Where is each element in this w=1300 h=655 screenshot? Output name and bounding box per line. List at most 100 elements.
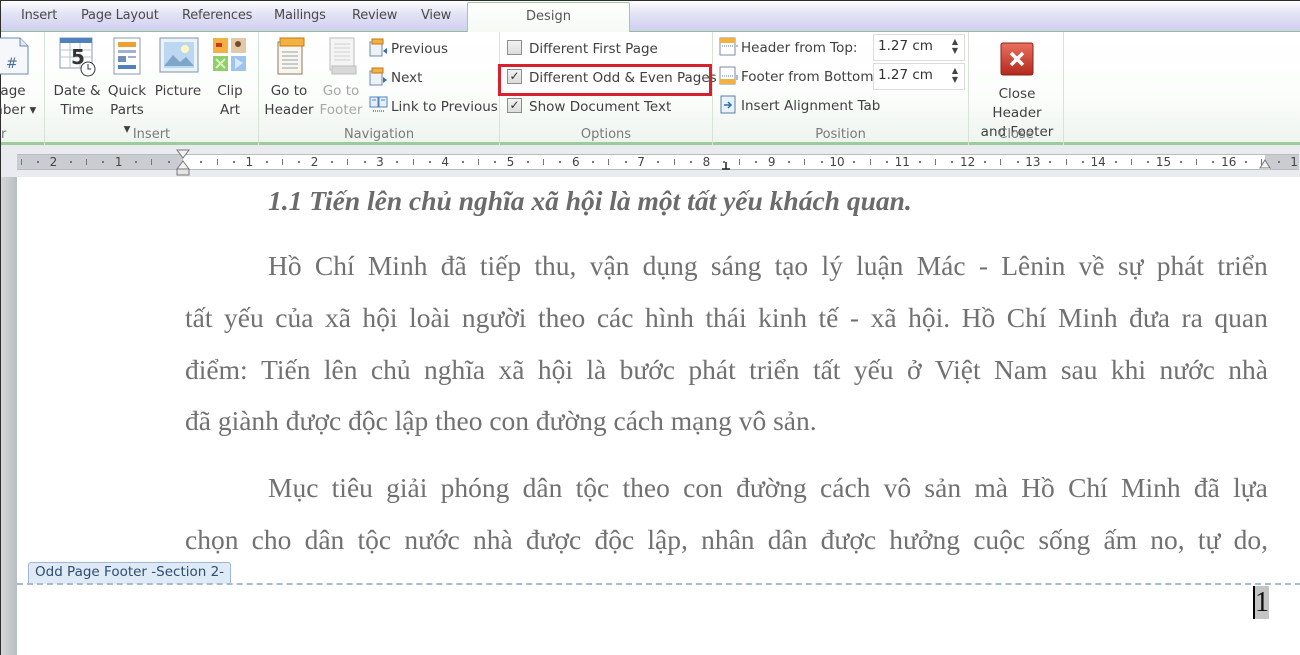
- word: hưởng: [889, 524, 960, 555]
- word: Mục: [268, 472, 319, 503]
- word: sản: [924, 472, 962, 503]
- word: sau: [1060, 354, 1098, 385]
- word: dân: [522, 472, 563, 503]
- ruler-number: 11: [894, 155, 910, 169]
- picture-icon: [159, 36, 199, 76]
- tab-design-label: Design: [526, 9, 571, 24]
- group-label-options: Options: [580, 127, 632, 142]
- word: phóng: [440, 472, 510, 503]
- go-to-header-button[interactable]: Go to Header: [263, 36, 315, 120]
- group-navigation: Go to Header Go to Footer Previous Next …: [259, 32, 500, 145]
- ruler-dot: [820, 161, 823, 163]
- tab-references[interactable]: References: [182, 8, 252, 23]
- go-to-footer-label-1: Go to: [322, 83, 360, 99]
- section-heading: 1.1 Tiến lên chủ nghĩa xã hội là một tất…: [268, 185, 912, 216]
- page-number-field[interactable]: 1: [1253, 586, 1269, 619]
- picture-button[interactable]: Picture: [153, 36, 203, 101]
- page-number-button[interactable]: # age mber ▾: [0, 36, 41, 120]
- word: Minh: [367, 250, 428, 281]
- word: đường: [736, 472, 807, 503]
- paragraph1-line: tất yếu của xã hội loài người theo các hình thái ki…: [185, 300, 1268, 336]
- different-first-page-label: Different First Page: [529, 41, 658, 57]
- ruler-dot: [135, 161, 138, 163]
- different-first-page-box[interactable]: [507, 39, 522, 55]
- ruler-dot: [788, 161, 791, 163]
- word: nghĩa: [423, 354, 486, 385]
- footer-from-bottom-spinner[interactable]: 1.27 cm ▲ ▼: [873, 63, 965, 90]
- ruler-tick: [412, 159, 414, 165]
- link-to-previous-button[interactable]: Link to Previous: [369, 96, 498, 118]
- word: đã: [1193, 472, 1220, 503]
- go-to-footer-button[interactable]: Go to Footer: [316, 36, 366, 120]
- group-header-footer: # age mber ▾ r: [0, 32, 45, 145]
- document-page[interactable]: 1.1 Tiến lên chủ nghĩa xã hội là một tất…: [1, 177, 1300, 655]
- tab-view[interactable]: View: [421, 8, 451, 23]
- date-time-button[interactable]: 5 Date & Time: [49, 36, 105, 120]
- close-x-icon: [1000, 42, 1034, 76]
- tab-design[interactable]: Design: [467, 2, 630, 33]
- group-label-insert: Insert: [132, 127, 171, 142]
- ruler-number: 10: [829, 155, 845, 169]
- ruler-tick: [86, 159, 88, 165]
- alignment-tab-icon: [719, 95, 738, 114]
- ruler-dot: [1179, 161, 1182, 163]
- ruler-dot: [853, 161, 856, 163]
- clip-art-label-2: Art: [219, 102, 241, 118]
- different-first-page-checkbox[interactable]: Different First Page: [507, 38, 658, 60]
- footer-spin-arrows[interactable]: ▲ ▼: [952, 66, 958, 84]
- next-button[interactable]: Next: [369, 67, 422, 89]
- ruler-number: 13: [1025, 155, 1041, 169]
- ruler-dot: [690, 161, 693, 163]
- tab-insert[interactable]: Insert: [21, 8, 57, 23]
- quick-parts-button[interactable]: Quick Parts ▾: [105, 36, 149, 139]
- header-spin-arrows[interactable]: ▲ ▼: [952, 37, 958, 55]
- right-indent-marker-icon[interactable]: [1259, 159, 1271, 171]
- word: nhân: [701, 524, 755, 555]
- insert-alignment-tab-button[interactable]: Insert Alignment Tab: [719, 95, 880, 117]
- ruler-number: 4: [441, 155, 450, 169]
- show-document-text-checkbox[interactable]: ✓ Show Document Text: [507, 96, 671, 118]
- word: theo: [622, 472, 670, 503]
- word: -: [849, 302, 860, 333]
- go-to-header-label-2: Header: [264, 102, 314, 118]
- header-from-top-spinner[interactable]: 1.27 cm ▲ ▼: [873, 34, 965, 61]
- show-document-text-box[interactable]: ✓: [507, 97, 522, 113]
- word: no,: [1150, 524, 1185, 555]
- word: thu,: [534, 250, 577, 281]
- ruler-tick: [1000, 159, 1002, 165]
- tab-mailings[interactable]: Mailings: [274, 8, 326, 23]
- word: cách: [820, 472, 871, 503]
- ruler-dot: [232, 161, 235, 163]
- word: Tiến: [261, 354, 311, 385]
- word: xã: [324, 302, 351, 333]
- previous-button[interactable]: Previous: [369, 38, 448, 60]
- word: phát: [1156, 250, 1205, 281]
- horizontal-ruler[interactable]: 2 1 1 2 3 4 5 6 7 8 9 10 11 12 13 14 15 16 1: [17, 149, 1299, 176]
- word: tộc: [357, 524, 392, 555]
- picture-label: Picture: [154, 83, 202, 99]
- ruler-dot: [69, 161, 72, 163]
- tab-page-layout[interactable]: Page Layout: [81, 8, 159, 23]
- word: Việt: [934, 354, 981, 385]
- ruler-dot: [461, 161, 464, 163]
- group-close: Close Header and Footer Close: [969, 32, 1064, 145]
- ruler-dot: [330, 161, 333, 163]
- page-number-label-2: mber ▾: [0, 102, 37, 118]
- clip-art-button[interactable]: Clip Art: [205, 36, 255, 120]
- ruler-dot: [885, 161, 888, 163]
- indent-marker-icon[interactable]: [176, 149, 190, 177]
- ruler-dot: [1245, 161, 1248, 163]
- ruler-dot: [37, 161, 40, 163]
- ruler-number: 14: [1090, 155, 1106, 169]
- ruler-tick: [934, 159, 936, 165]
- word: Hồ: [1021, 472, 1055, 503]
- word: thái: [705, 302, 747, 333]
- ruler-number: 1: [1290, 155, 1298, 169]
- go-to-footer-icon: [322, 36, 360, 76]
- go-to-header-label-1: Go to: [270, 83, 308, 99]
- center-tab-stop-icon[interactable]: [721, 162, 731, 171]
- ruler-tick: [477, 159, 479, 165]
- ruler-number: 8: [702, 155, 711, 169]
- tab-review[interactable]: Review: [352, 8, 397, 23]
- word: sự: [1117, 250, 1144, 281]
